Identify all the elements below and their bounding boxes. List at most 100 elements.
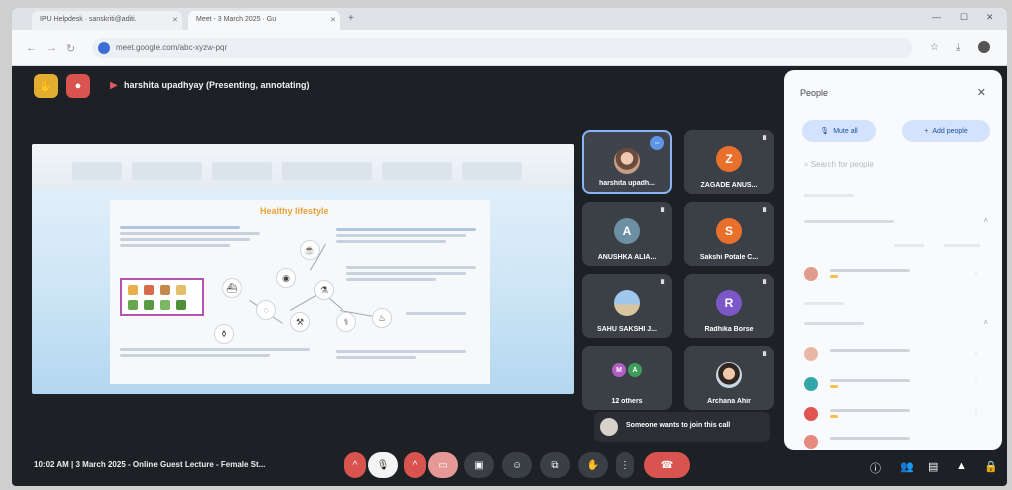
list-item[interactable] (804, 434, 984, 449)
others-tile[interactable]: M A 12 others (582, 346, 672, 410)
others-count: 12 others (611, 398, 643, 405)
list-item[interactable]: ⋮ (804, 346, 984, 364)
profile-avatar[interactable] (978, 41, 990, 53)
join-request-toast[interactable]: Someone wants to join this call (594, 412, 770, 442)
ribbon-group (462, 162, 522, 180)
diagram-node-icon: ◌ (256, 300, 276, 320)
meeting-info: 10:02 AM | 3 March 2025 - Online Guest L… (34, 460, 266, 469)
emoji-icon[interactable]: ☺ (502, 452, 532, 478)
camera-off-icon[interactable]: ▭ (428, 452, 458, 478)
mic-off-icon: ▝ (657, 208, 664, 217)
diagram-node-icon: ⚕ (336, 312, 356, 332)
avatar (804, 435, 818, 449)
ribbon-group (212, 162, 272, 180)
diagram-node-icon: ⛴ (222, 278, 242, 298)
mic-icon[interactable]: ⋮ (972, 348, 980, 357)
chevron-up-icon[interactable]: ˄ (983, 216, 988, 225)
recording-icon[interactable]: ● (66, 74, 90, 98)
hand-raise-icon[interactable]: ✋ (34, 74, 58, 98)
food-image (160, 300, 170, 310)
tab-label: IPU Helpdesk · sanskriti@aditi. (40, 16, 137, 23)
participant-tile[interactable]: ▝ Archana Ahir (684, 346, 774, 410)
diagram-node-icon: ♨ (372, 308, 392, 328)
avatar: A (628, 363, 642, 377)
mic-off-icon[interactable]: 🎙 (368, 452, 398, 478)
mute-all-button[interactable]: 🎙 Mute all (802, 120, 876, 142)
participant-tile[interactable]: Z ▝ ZAGADE ANUS... (684, 130, 774, 194)
list-item[interactable]: ⋮ (804, 266, 984, 284)
person-name (830, 349, 910, 352)
chat-icon[interactable]: ▤ (928, 460, 938, 473)
url-text: meet.google.com/abc-xyzw-pqr (116, 43, 228, 52)
more-options-icon[interactable]: ⋮ (616, 452, 634, 478)
participant-name: ANUSHKA ALIA... (597, 254, 657, 261)
slide-page: Healthy lifestyle ⛴ ◉ ☕ ⚗ ◌ ⚒ ⚕ ♨ ⚱ (110, 200, 490, 384)
url-bar[interactable]: meet.google.com/abc-xyzw-pqr (92, 38, 912, 58)
avatar (804, 407, 818, 421)
close-icon[interactable]: ✕ (172, 16, 178, 24)
search-placeholder: Search for people (810, 160, 874, 169)
participant-tile[interactable]: S ▝ Sakshi Potale C... (684, 202, 774, 266)
activities-icon[interactable]: ▲ (956, 460, 967, 472)
food-image (144, 300, 154, 310)
ribbon-group (282, 162, 372, 180)
slide-text-line (346, 272, 466, 275)
raise-hand-icon[interactable]: ✋ (578, 452, 608, 478)
food-image (160, 285, 170, 295)
info-icon[interactable]: ⓘ (870, 460, 881, 476)
close-icon[interactable]: ✕ (330, 16, 336, 24)
more-options-icon[interactable]: ⋮ (972, 268, 980, 277)
add-people-button[interactable]: + Add people (902, 120, 990, 142)
chevron-up-icon[interactable]: ˄ (983, 318, 988, 327)
new-tab-icon[interactable]: + (348, 13, 354, 24)
list-item[interactable]: ⋮ (804, 406, 984, 424)
slide-text-line (120, 244, 230, 247)
ribbon-group (72, 162, 122, 180)
participant-tile[interactable]: ▝ SAHU SAKSHI J... (582, 274, 672, 338)
close-icon[interactable]: ✕ (977, 86, 986, 99)
site-info-icon[interactable] (98, 42, 110, 54)
avatar (614, 290, 640, 316)
search-input[interactable]: ⌕ Search for people (804, 160, 874, 170)
more-options-icon[interactable]: ⋮ (972, 378, 980, 387)
avatar: A (614, 218, 640, 244)
host-controls-icon[interactable]: 🔒 (984, 460, 998, 473)
mic-off-icon: ▝ (759, 136, 766, 145)
presenter-status: harshita upadhyay (Presenting, annotatin… (124, 80, 310, 90)
back-icon[interactable]: ← (26, 42, 37, 54)
panel-title: People (800, 88, 829, 98)
leave-call-icon[interactable]: ☎ (644, 452, 690, 478)
person-name (830, 437, 910, 440)
participant-tile[interactable]: A ▝ ANUSHKA ALIA... (582, 202, 672, 266)
star-icon[interactable]: ☆ (930, 42, 939, 53)
slide-text-line (336, 350, 466, 353)
list-item[interactable]: ⋮ (804, 376, 984, 394)
browser-tab-0[interactable]: IPU Helpdesk · sanskriti@aditi. ✕ (32, 11, 182, 30)
person-role (830, 415, 838, 418)
maximize-icon[interactable]: ☐ (960, 12, 968, 23)
participant-name: Sakshi Potale C... (699, 254, 759, 261)
slide-text-line (336, 234, 466, 237)
captions-icon[interactable]: ▣ (464, 452, 494, 478)
minimize-icon[interactable]: — (932, 12, 941, 22)
group-label (804, 322, 864, 325)
reload-icon[interactable]: ↻ (66, 42, 75, 55)
people-icon[interactable]: 👥 (900, 460, 914, 473)
add-people-label: Add people (932, 127, 968, 135)
download-icon[interactable]: ⤓ (956, 42, 960, 53)
more-options-icon[interactable]: ⋮ (972, 408, 980, 417)
participant-name: Radhika Borse (704, 326, 754, 333)
close-window-icon[interactable]: ✕ (986, 12, 994, 23)
camera-options-chevron-icon[interactable]: ^ (404, 452, 426, 478)
bottom-control-bar: 10:02 AM | 3 March 2025 - Online Guest L… (12, 446, 1007, 486)
ribbon-group (382, 162, 452, 180)
participant-name: SAHU SAKSHI J... (597, 326, 657, 333)
participant-tile[interactable]: ◦◦ harshita upadh... (582, 130, 672, 194)
browser-tab-1[interactable]: Meet - 3 March 2025 · Gu ✕ (188, 11, 340, 30)
forward-icon[interactable]: → (46, 42, 57, 54)
participant-tile[interactable]: R ▝ Radhika Borse (684, 274, 774, 338)
slide-text-line (346, 266, 476, 269)
avatar (716, 362, 742, 388)
present-screen-icon[interactable]: ⧉ (540, 452, 570, 478)
mic-options-chevron-icon[interactable]: ^ (344, 452, 366, 478)
